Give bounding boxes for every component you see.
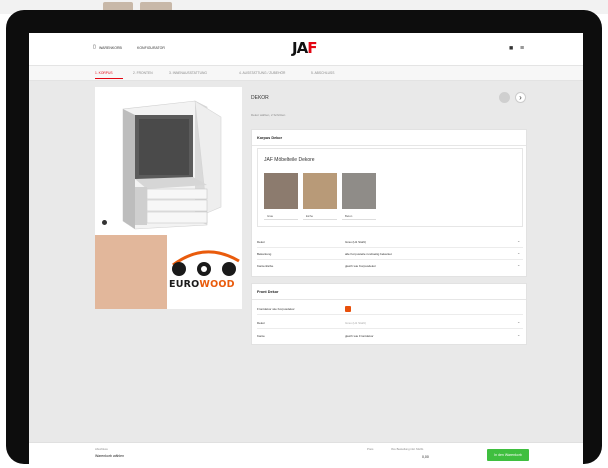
divider — [252, 299, 526, 300]
tablet-frame: ▯ WARENKORB KONFIGURATOR JAF ■ ≡ 1. KORP… — [6, 10, 602, 466]
cabinet-3d-image — [122, 100, 222, 230]
order-label: Ihre Bestellung inkl. MwSt. — [391, 447, 424, 451]
row-value: Grau (H1 Stahl) — [345, 321, 367, 325]
cart-small-icon: ▯ — [93, 44, 96, 50]
chevron-down-icon: ⌄ — [517, 319, 521, 324]
row-label: Kante — [257, 334, 265, 338]
step-fronten[interactable]: 2. FRONTEN — [133, 71, 153, 75]
decor-swatch-beton[interactable] — [342, 173, 376, 209]
row-label: Dekor — [257, 240, 266, 244]
previous-button[interactable] — [499, 92, 510, 103]
active-step-underline — [95, 78, 123, 79]
cabinet-preview[interactable] — [95, 87, 242, 235]
page-subtitle: Dekor wählen, 2 Schritten — [251, 113, 286, 117]
decor-swatch-grau[interactable] — [264, 173, 298, 209]
kante-select-row[interactable]: Kante gleich wie Frontdekor ⌄ — [252, 330, 528, 342]
front-dekor-panel: Front Dekor Frontdekor wie Korpusdekor D… — [251, 283, 527, 345]
chevron-down-icon: ⌄ — [517, 238, 521, 243]
decor-subcard: JAF Möbelteile Dekore Grau Eiche Beton — [257, 148, 523, 227]
panel-title: Front Dekor — [257, 290, 279, 294]
top-bar: ▯ WARENKORB KONFIGURATOR JAF ■ ≡ — [29, 33, 583, 66]
rotate-view-icon[interactable] — [102, 220, 107, 225]
step-korpus[interactable]: 1. KORPUS — [95, 71, 113, 75]
row-value: gleich wie Korpusdekor — [345, 264, 377, 268]
row-value: alle Korpusteile rundseitig bekantet — [345, 252, 392, 256]
step-ausstattung[interactable]: 4. AUSSTATTUNG / ZUBEHÖR — [239, 71, 285, 75]
step-innenausstattung[interactable]: 3. INNENAUSSTATTUNG — [169, 71, 207, 75]
chevron-down-icon: ⌄ — [517, 262, 521, 267]
footer-bar: Abschluss Warenkorb wählen Preis Ihre Be… — [29, 442, 583, 466]
decor-swatch-eiche[interactable] — [303, 173, 337, 209]
price-value: 0,00 — [422, 455, 429, 459]
eurowood-logo-graphic — [172, 250, 240, 276]
next-button[interactable]: › — [515, 92, 526, 103]
row-label: Frontdekor wie Korpusdekor — [257, 307, 295, 311]
cart-icon[interactable]: ■ — [509, 45, 513, 52]
eurowood-wordmark: EUROWOOD — [169, 279, 235, 290]
korpus-dekor-panel: Korpus Dekor JAF Möbelteile Dekore Grau … — [251, 129, 527, 277]
swatch-label: Eiche — [303, 212, 337, 220]
warenkorb-link[interactable]: WARENKORB — [99, 46, 122, 50]
swatch-label: Beton — [342, 212, 376, 220]
divider — [252, 145, 526, 146]
swatch-label: Grau — [264, 212, 298, 220]
divider — [257, 314, 523, 315]
eurowood-banner: EUROWOOD — [95, 235, 242, 309]
frontdekor-checkbox-row[interactable]: Frontdekor wie Korpusdekor — [252, 303, 528, 315]
app-screen: ▯ WARENKORB KONFIGURATOR JAF ■ ≡ 1. KORP… — [29, 33, 583, 466]
menu-icon[interactable]: ≡ — [520, 45, 524, 52]
row-value: gleich wie Frontdekor — [345, 334, 374, 338]
kantenfarbe-select-row[interactable]: Kantenfarbe gleich wie Korpusdekor ⌄ — [252, 260, 528, 272]
divider — [257, 328, 523, 329]
front-dekor-select-row[interactable]: Dekor Grau (H1 Stahl) ⌄ — [252, 317, 528, 329]
footer-label: Abschluss — [95, 447, 108, 451]
row-label: Dekor — [257, 321, 266, 325]
step-abschluss[interactable]: 5. ABSCHLUSS — [311, 71, 334, 75]
add-to-cart-button[interactable]: In den Warenkorb — [487, 449, 529, 461]
chevron-down-icon: ⌄ — [517, 332, 521, 337]
panel-title: Korpus Dekor — [257, 136, 283, 140]
subcard-title: JAF Möbelteile Dekore — [264, 157, 315, 163]
page-title: DEKOR — [251, 95, 269, 101]
footer-value: Warenkorb wählen — [95, 454, 125, 458]
steps-bar: 1. KORPUS 2. FRONTEN 3. INNENAUSSTATTUNG… — [29, 66, 583, 81]
chevron-down-icon: ⌄ — [517, 250, 521, 255]
price-label: Preis — [367, 447, 374, 451]
konfigurator-link[interactable]: KONFIGURATOR — [137, 46, 165, 50]
row-value: Grau (H1 Stahl) — [345, 240, 367, 244]
decor-color-swatch — [95, 235, 167, 309]
bekantung-select-row[interactable]: Bekantung alle Korpusteile rundseitig be… — [252, 248, 528, 260]
row-label: Bekantung — [257, 252, 272, 256]
row-label: Kantenfarbe — [257, 264, 274, 268]
jaf-logo[interactable]: JAF — [292, 40, 332, 56]
frontdekor-checkbox[interactable] — [345, 306, 351, 312]
dekor-select-row[interactable]: Dekor Grau (H1 Stahl) ⌄ — [252, 236, 528, 248]
